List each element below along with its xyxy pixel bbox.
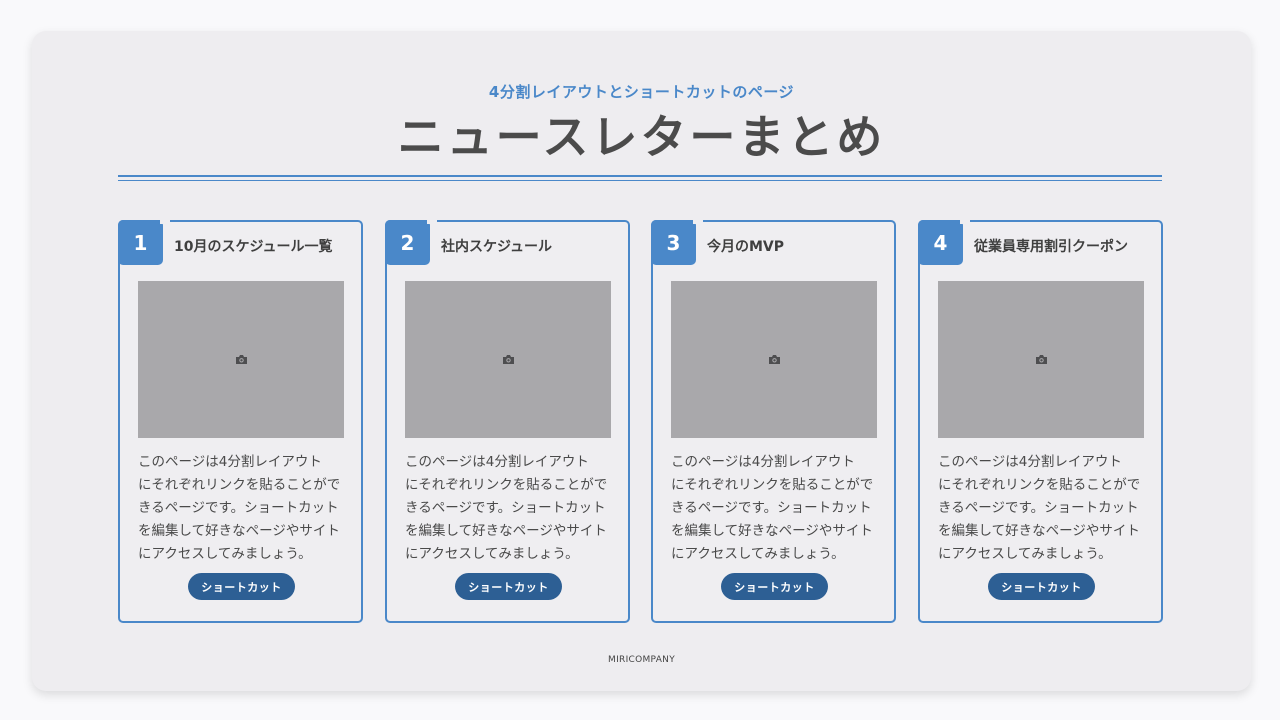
camera-icon xyxy=(502,355,514,364)
camera-icon xyxy=(235,355,247,364)
shortcut-button[interactable]: ショートカット xyxy=(455,573,562,600)
shortcut-button[interactable]: ショートカット xyxy=(988,573,1095,600)
card-description: このページは4分割レイアウト にそれぞれリンクを貼ることができるページです。ショ… xyxy=(671,454,874,562)
card-title: 従業員専用割引クーポン xyxy=(974,239,1128,255)
card-number-badge: 2 xyxy=(385,220,430,265)
badge-gap xyxy=(693,220,703,224)
card-2: 2 社内スケジュール このページは4分割レイアウト にそれぞれリンクを貼ることが… xyxy=(385,220,630,623)
shortcut-button[interactable]: ショートカット xyxy=(188,573,295,600)
title-divider-thin xyxy=(118,180,1162,181)
card-title: 社内スケジュール xyxy=(441,239,553,255)
card-4: 4 従業員専用割引クーポン このページは4分割レイアウト にそれぞれリンクを貼る… xyxy=(918,220,1163,623)
badge-gap xyxy=(160,220,170,224)
card-1: 1 10月のスケジュール一覧 このページは4分割レイアウト にそれぞれリンクを貼… xyxy=(118,220,363,623)
card-3: 3 今月のMVP このページは4分割レイアウト にそれぞれリンクを貼ることができ… xyxy=(651,220,896,623)
badge-gap xyxy=(427,220,437,224)
card-title: 今月のMVP xyxy=(707,239,785,255)
card-description: このページは4分割レイアウト にそれぞれリンクを貼ることができるページです。ショ… xyxy=(938,454,1141,562)
badge-gap xyxy=(960,220,970,224)
card-number-badge: 1 xyxy=(118,220,163,265)
footer-company: MIRICOMPANY xyxy=(608,655,675,665)
camera-icon xyxy=(768,355,780,364)
card-number-badge: 3 xyxy=(651,220,696,265)
card-number-badge: 4 xyxy=(918,220,963,265)
slide-panel: 4分割レイアウトとショートカットのページ ニュースレターまとめ 1 10月のスケ… xyxy=(32,31,1251,691)
page-subtitle: 4分割レイアウトとショートカットのページ xyxy=(488,83,795,101)
page-title: ニュースレターまとめ xyxy=(397,110,886,164)
shortcut-button[interactable]: ショートカット xyxy=(721,573,828,600)
image-placeholder xyxy=(938,281,1144,438)
title-divider xyxy=(118,175,1162,177)
card-description: このページは4分割レイアウト にそれぞれリンクを貼ることができるページです。ショ… xyxy=(405,454,608,562)
camera-icon xyxy=(1035,355,1047,364)
image-placeholder xyxy=(671,281,877,438)
image-placeholder xyxy=(405,281,611,438)
card-title: 10月のスケジュール一覧 xyxy=(174,239,333,255)
card-description: このページは4分割レイアウト にそれぞれリンクを貼ることができるページです。ショ… xyxy=(138,454,341,562)
image-placeholder xyxy=(138,281,344,438)
